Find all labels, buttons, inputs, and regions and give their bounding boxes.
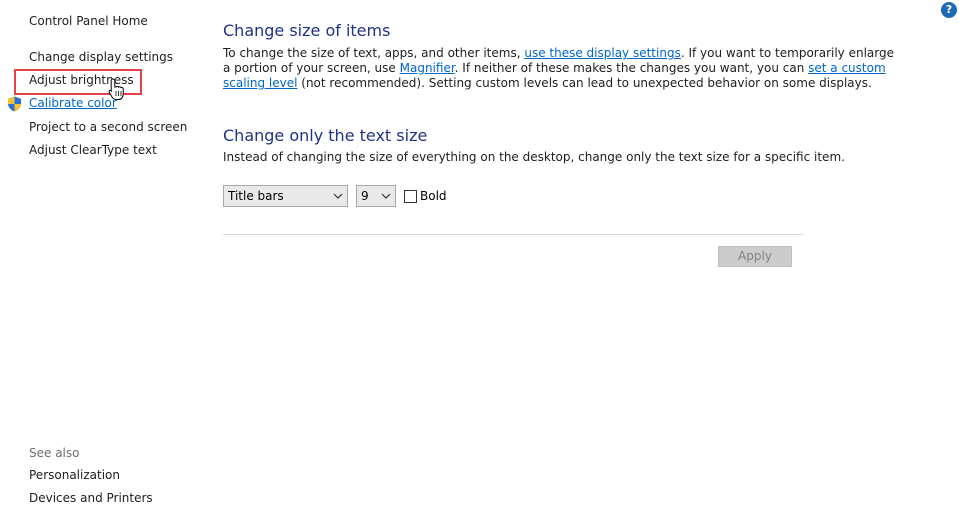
- magnifier-link[interactable]: Magnifier: [400, 61, 455, 75]
- custom-scaling-link-part1[interactable]: set a custom: [808, 61, 886, 75]
- see-also-devices-printers-link[interactable]: Devices and Printers: [29, 491, 153, 505]
- see-also-personalization-link[interactable]: Personalization: [29, 468, 120, 482]
- help-icon[interactable]: ?: [941, 2, 957, 18]
- chevron-down-icon: [381, 193, 391, 199]
- control-panel-home-link[interactable]: Control Panel Home: [29, 14, 148, 28]
- text-size-description: Instead of changing the size of everythi…: [223, 150, 845, 164]
- text: (not recommended). Setting custom levels…: [297, 76, 872, 90]
- font-size-select-value: 9: [361, 189, 369, 203]
- item-select-value: Title bars: [228, 189, 284, 203]
- display-settings-link[interactable]: use these display settings: [524, 46, 680, 60]
- bold-checkbox[interactable]: [404, 190, 417, 203]
- chevron-down-icon: [333, 193, 343, 199]
- size-description-line1: To change the size of text, apps, and ot…: [223, 46, 894, 61]
- size-description-line2: a portion of your screen, use Magnifier.…: [223, 61, 886, 76]
- sidebar-item-project-second-screen[interactable]: Project to a second screen: [29, 120, 187, 134]
- size-description-line3: scaling level (not recommended). Setting…: [223, 76, 872, 91]
- custom-scaling-link-part2[interactable]: scaling level: [223, 76, 297, 90]
- see-also-heading: See also: [29, 446, 80, 460]
- text: . If you want to temporarily enlarge: [680, 46, 894, 60]
- change-text-size-heading: Change only the text size: [223, 126, 428, 145]
- text: To change the size of text, apps, and ot…: [223, 46, 525, 60]
- item-select[interactable]: Title bars: [223, 185, 348, 207]
- display-control-panel: Control Panel Home Change display settin…: [0, 0, 959, 526]
- sidebar-item-calibrate-color[interactable]: Calibrate color: [29, 96, 117, 110]
- sidebar-item-adjust-cleartype[interactable]: Adjust ClearType text: [29, 143, 157, 157]
- font-size-select[interactable]: 9: [356, 185, 396, 207]
- apply-button[interactable]: Apply: [718, 246, 792, 267]
- divider: [223, 234, 803, 235]
- text: a portion of your screen, use: [223, 61, 400, 75]
- text: . If neither of these makes the changes …: [454, 61, 809, 75]
- sidebar-item-change-display-settings[interactable]: Change display settings: [29, 50, 173, 64]
- change-size-heading: Change size of items: [223, 21, 391, 40]
- hand-cursor-icon: [108, 78, 124, 100]
- uac-shield-icon: [8, 96, 21, 112]
- bold-label: Bold: [420, 189, 447, 203]
